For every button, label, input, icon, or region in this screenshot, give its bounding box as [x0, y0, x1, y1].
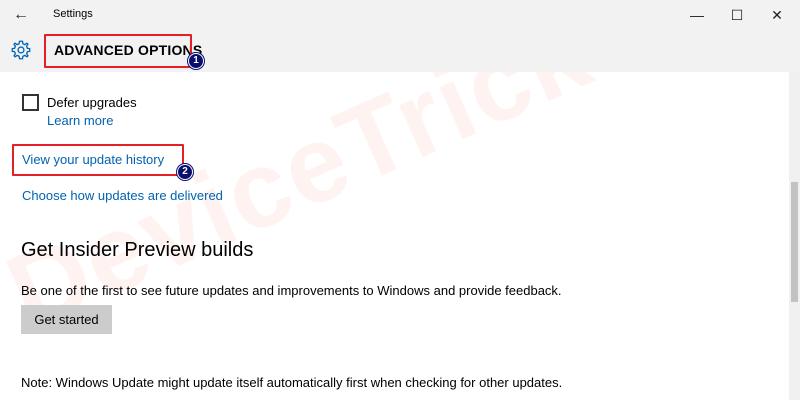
scrollbar-thumb[interactable]: [791, 182, 798, 302]
gear-icon: [11, 40, 31, 60]
window-title: Settings: [53, 8, 93, 20]
learn-more-link[interactable]: Learn more: [47, 113, 113, 128]
maximize-button[interactable]: ☐: [722, 4, 752, 26]
defer-upgrades-checkbox[interactable]: [22, 94, 39, 111]
vertical-scrollbar[interactable]: [789, 72, 800, 400]
callout-badge-2: 2: [177, 164, 193, 180]
get-started-button[interactable]: Get started: [21, 305, 112, 334]
callout-box-update-history: [12, 144, 184, 176]
minimize-button[interactable]: —: [682, 4, 712, 26]
back-arrow-icon[interactable]: ←: [10, 5, 32, 25]
update-note: Note: Windows Update might update itself…: [21, 375, 563, 390]
insider-description: Be one of the first to see future update…: [21, 283, 562, 298]
title-bar: ← Settings — ☐ ✕: [0, 0, 800, 30]
defer-upgrades-label: Defer upgrades: [47, 95, 137, 110]
callout-box-advanced-options: [44, 34, 192, 68]
choose-delivery-link[interactable]: Choose how updates are delivered: [22, 188, 223, 203]
close-button[interactable]: ✕: [762, 4, 792, 26]
insider-section-title: Get Insider Preview builds: [21, 239, 254, 261]
callout-badge-1: 1: [188, 53, 204, 69]
